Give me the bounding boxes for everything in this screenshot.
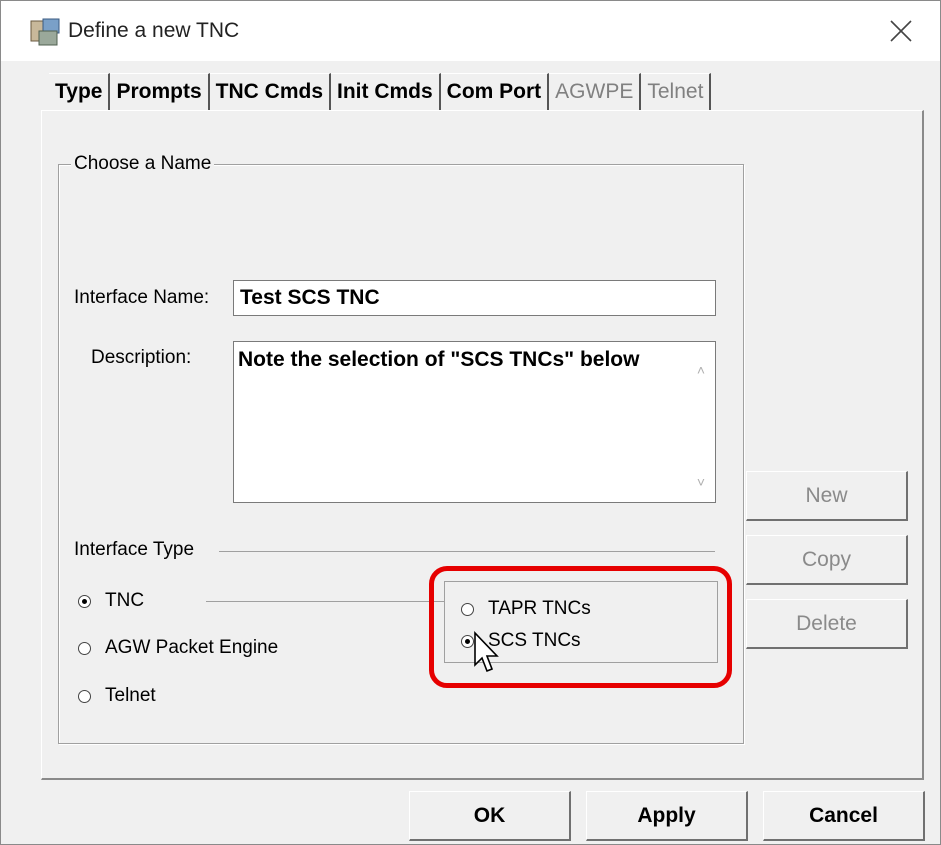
tab-type[interactable]: Type bbox=[49, 73, 111, 110]
new-button[interactable]: New bbox=[746, 471, 908, 521]
tnc-connector-line bbox=[206, 601, 444, 602]
window-title: Define a new TNC bbox=[68, 19, 240, 42]
radio-label: Telnet bbox=[105, 685, 156, 706]
tab-init-cmds[interactable]: Init Cmds bbox=[331, 73, 441, 110]
group-legend: Choose a Name bbox=[71, 153, 215, 175]
interface-name-label: Interface Name: bbox=[74, 287, 210, 308]
tab-agwpe[interactable]: AGWPE bbox=[549, 73, 642, 110]
tab-com-port[interactable]: Com Port bbox=[440, 73, 550, 110]
tab-tnc-cmds[interactable]: TNC Cmds bbox=[209, 73, 331, 110]
radio-tnc[interactable]: TNC bbox=[78, 590, 144, 612]
scroll-up-icon[interactable]: ˄ bbox=[697, 362, 705, 378]
delete-button[interactable]: Delete bbox=[746, 599, 908, 649]
interface-type-separator bbox=[219, 551, 715, 552]
ok-button[interactable]: OK bbox=[409, 791, 571, 841]
interface-type-label: Interface Type bbox=[74, 539, 195, 560]
tab-telnet[interactable]: Telnet bbox=[641, 73, 712, 110]
radio-button[interactable] bbox=[78, 641, 91, 655]
mouse-pointer-icon bbox=[474, 631, 499, 673]
scroll-down-icon[interactable]: ˅ bbox=[697, 474, 705, 490]
cancel-button[interactable]: Cancel bbox=[763, 791, 925, 841]
apply-button[interactable]: Apply bbox=[586, 791, 748, 841]
interface-name-input[interactable] bbox=[233, 280, 716, 316]
radio-label: TNC bbox=[105, 590, 145, 611]
radio-agw-packet-engine[interactable]: AGW Packet Engine bbox=[78, 637, 278, 659]
description-textarea[interactable]: Note the selection of "SCS TNCs" below ˄… bbox=[233, 341, 716, 503]
radio-telnet[interactable]: Telnet bbox=[78, 685, 156, 707]
description-label: Description: bbox=[91, 347, 192, 368]
close-icon[interactable] bbox=[887, 17, 915, 45]
tab-strip: Type Prompts TNC Cmds Init Cmds Com Port… bbox=[49, 73, 712, 111]
tnc-app-icon bbox=[30, 18, 60, 46]
radio-button[interactable] bbox=[78, 689, 91, 703]
radio-button[interactable] bbox=[78, 594, 91, 608]
dialog-window: Define a new TNC Type Prompts TNC Cmds I… bbox=[0, 0, 941, 845]
copy-button[interactable]: Copy bbox=[746, 535, 908, 585]
tab-prompts[interactable]: Prompts bbox=[110, 73, 210, 110]
radio-label: AGW Packet Engine bbox=[105, 637, 279, 658]
description-text: Note the selection of "SCS TNCs" below bbox=[238, 348, 640, 371]
title-bar: Define a new TNC bbox=[1, 1, 940, 61]
